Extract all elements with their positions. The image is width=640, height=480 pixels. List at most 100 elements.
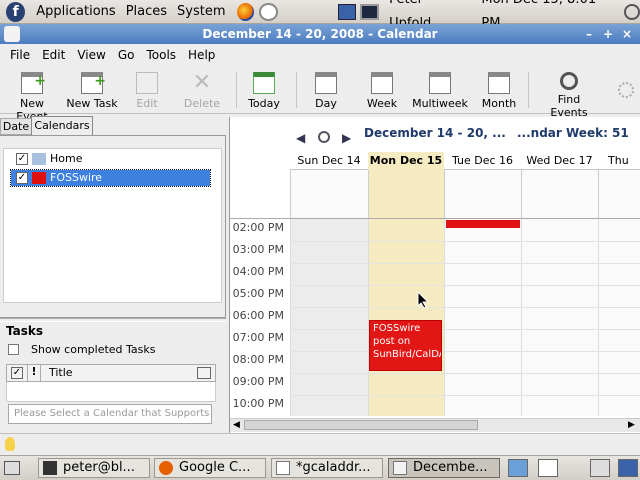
new-task-input[interactable]: Please Select a Calendar that Supports T… [8, 404, 212, 424]
fedora-logo-icon[interactable]: f [6, 1, 26, 22]
workspace-3[interactable] [590, 459, 610, 477]
display-icon[interactable] [359, 3, 380, 20]
places-menu[interactable]: Places [121, 0, 172, 24]
day-column[interactable] [521, 219, 598, 416]
close-icon[interactable]: × [620, 27, 634, 41]
find-events-button[interactable]: Find Events [538, 66, 600, 119]
hour-line [290, 285, 640, 286]
toolbar: New Event New Task Edit ✕ Delete Today D… [0, 66, 640, 123]
taskbar-item[interactable]: Google C... [154, 458, 266, 478]
day-column[interactable] [598, 219, 640, 416]
calendar-item-fosswire[interactable]: ✓ FOSSwire [10, 169, 211, 187]
event-fosswire-post[interactable]: FOSSwire post on SunBird/CalDAV [369, 320, 442, 371]
text-editor-icon [276, 461, 290, 475]
menu-view[interactable]: View [71, 44, 111, 66]
scrollbar-thumb[interactable] [244, 420, 478, 430]
month-view-button[interactable]: Month [478, 66, 520, 114]
allday-cell-today[interactable] [368, 170, 444, 218]
maximize-icon[interactable]: + [601, 27, 615, 41]
event-block[interactable] [446, 220, 520, 228]
go-today-icon[interactable] [318, 131, 330, 143]
time-label: 03:00 PM [232, 243, 284, 256]
allday-cell[interactable] [521, 170, 598, 218]
menu-file[interactable]: File [4, 44, 36, 66]
allday-cell[interactable] [444, 170, 521, 218]
day-view-button[interactable]: Day [306, 66, 346, 114]
show-completed-checkbox[interactable] [8, 344, 19, 355]
day-header[interactable]: Tue Dec 16 [444, 152, 521, 170]
toolbar-separator [296, 72, 297, 108]
today-button[interactable]: Today [244, 66, 284, 114]
week-view-button[interactable]: Week [362, 66, 402, 114]
priority-column[interactable]: ! [27, 365, 41, 381]
scroll-left-icon[interactable]: ◀ [233, 420, 240, 430]
day-column-today[interactable] [368, 219, 444, 416]
time-label: 06:00 PM [232, 309, 284, 322]
applications-menu[interactable]: Applications [31, 0, 120, 24]
network-icon[interactable] [338, 3, 356, 20]
system-menu[interactable]: System [172, 0, 230, 24]
multiweek-label: Multiweek [412, 97, 468, 110]
edit-button[interactable]: Edit [128, 66, 166, 114]
multiweek-view-button[interactable]: Multiweek [412, 66, 468, 114]
top-panel: f Applications Places System Peter Upfol… [0, 0, 640, 31]
title-column[interactable]: Title [49, 366, 73, 379]
minimize-icon[interactable]: – [582, 27, 596, 41]
edit-label: Edit [136, 97, 158, 110]
workspace-2[interactable] [538, 459, 558, 477]
window-menu-icon[interactable] [4, 26, 20, 42]
month-view-icon [488, 72, 510, 94]
day-header-row: Sun Dec 14 Mon Dec 15 Tue Dec 16 Wed Dec… [290, 152, 640, 185]
new-task-button[interactable]: New Task [66, 66, 118, 114]
taskbar-item[interactable]: *gcaladdr... [271, 458, 383, 478]
firefox-launcher-icon[interactable] [236, 2, 254, 21]
taskbar-label: Google C... [179, 460, 251, 475]
calendar-item-home[interactable]: ✓ Home [4, 151, 221, 167]
completed-column-icon[interactable]: ✓ [11, 367, 23, 379]
scroll-right-icon[interactable]: ▶ [628, 420, 635, 430]
week-view-icon [371, 72, 393, 94]
column-picker-icon[interactable] [197, 367, 211, 379]
calendar-checkbox[interactable]: ✓ [16, 153, 28, 165]
time-label: 10:00 PM [232, 397, 284, 410]
day-view-icon [315, 72, 337, 94]
pane-splitter[interactable] [0, 318, 226, 322]
day-column[interactable] [444, 219, 521, 416]
day-header[interactable]: Sun Dec 14 [290, 152, 368, 170]
menu-help[interactable]: Help [182, 44, 221, 66]
allday-cell[interactable] [598, 170, 640, 218]
allday-cell[interactable] [290, 170, 368, 218]
evolution-launcher-icon[interactable] [258, 2, 279, 21]
tab-calendars[interactable]: Calendars [31, 116, 93, 135]
calendar-name: Home [50, 152, 83, 165]
delete-button[interactable]: ✕ Delete [182, 66, 222, 114]
day-header[interactable]: Thu D [598, 152, 640, 185]
previous-week-icon[interactable]: ◀ [296, 131, 305, 145]
day-header[interactable]: Wed Dec 17 [521, 152, 598, 170]
calendar-checkbox[interactable]: ✓ [16, 172, 28, 184]
menu-edit[interactable]: Edit [36, 44, 71, 66]
hour-line [290, 241, 640, 242]
taskbar-item[interactable]: peter@bl... [38, 458, 150, 478]
menu-tools[interactable]: Tools [140, 44, 182, 66]
next-week-icon[interactable]: ▶ [342, 131, 351, 145]
menu-go[interactable]: Go [112, 44, 141, 66]
toolbar-separator [236, 72, 237, 108]
taskbar-label: *gcaladdr... [296, 460, 371, 475]
taskbar-item-active[interactable]: Decembe... [388, 458, 500, 478]
show-desktop-icon[interactable] [4, 461, 20, 475]
trash-icon[interactable] [618, 459, 638, 477]
hour-line [290, 307, 640, 308]
today-icon [253, 72, 275, 94]
calendar-color-swatch [32, 172, 46, 184]
new-event-button[interactable]: New Event [4, 66, 60, 123]
toolbar-separator [528, 72, 529, 108]
day-header-today[interactable]: Mon Dec 15 [368, 152, 444, 170]
workspace-1[interactable] [508, 459, 528, 477]
edit-icon [136, 72, 158, 94]
tab-date[interactable]: Date [0, 118, 32, 135]
shutdown-icon[interactable] [624, 3, 640, 20]
window-titlebar[interactable]: December 14 - 20, 2008 - Calendar [0, 24, 640, 44]
day-column[interactable] [290, 219, 368, 416]
task-list[interactable] [6, 382, 216, 402]
